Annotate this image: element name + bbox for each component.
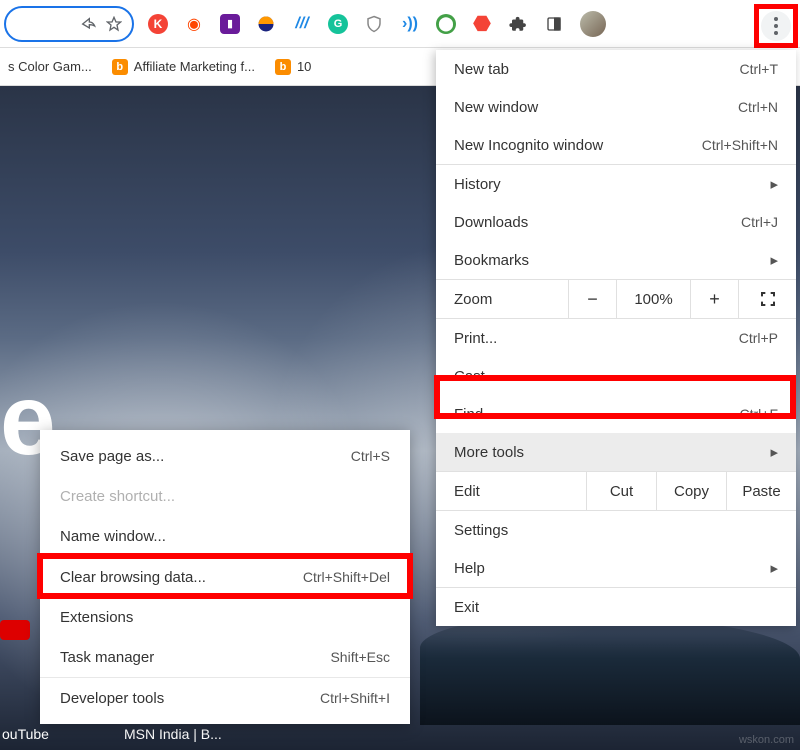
zoom-label: Zoom: [436, 291, 568, 308]
menu-new-tab[interactable]: New tabCtrl+T: [436, 50, 796, 88]
chrome-main-menu: New tabCtrl+T New windowCtrl+N New Incog…: [436, 50, 796, 626]
chevron-right-icon: ▸: [770, 175, 778, 193]
ext-icon-ublock[interactable]: ⬣: [472, 14, 492, 34]
menu-print[interactable]: Print...Ctrl+P: [436, 319, 796, 357]
ext-icon-ninja[interactable]: ⬤: [436, 14, 456, 34]
submenu-create-shortcut: Create shortcut...: [40, 476, 410, 516]
menu-find[interactable]: Find...Ctrl+F: [436, 395, 796, 433]
paste-button[interactable]: Paste: [726, 472, 796, 510]
copy-button[interactable]: Copy: [656, 472, 726, 510]
watermark: wskon.com: [739, 734, 794, 746]
bookmark-label: 10: [297, 59, 311, 74]
bookmark-item[interactable]: b 10: [275, 59, 311, 75]
submenu-save-page[interactable]: Save page as...Ctrl+S: [40, 436, 410, 476]
chevron-right-icon: ▸: [770, 251, 778, 269]
share-icon[interactable]: [80, 16, 96, 32]
menu-cast[interactable]: Cast...: [436, 357, 796, 395]
page-fragment-youtube: ouTube: [2, 726, 49, 742]
chevron-right-icon: ▸: [770, 559, 778, 577]
star-icon[interactable]: [106, 16, 122, 32]
bookmark-favicon: b: [112, 59, 128, 75]
menu-zoom-row: Zoom − 100% +: [436, 279, 796, 319]
chevron-right-icon: ▸: [770, 443, 778, 461]
browser-toolbar: K ◉ ▮ /// G ›)) ⬤ ⬣: [0, 0, 800, 48]
ext-icon-analytics[interactable]: ▮: [220, 14, 240, 34]
menu-new-incognito[interactable]: New Incognito windowCtrl+Shift+N: [436, 126, 796, 164]
extension-icons: K ◉ ▮ /// G ›)) ⬤ ⬣: [148, 11, 606, 37]
menu-history[interactable]: History▸: [436, 165, 796, 203]
zoom-out-button[interactable]: −: [568, 280, 616, 318]
bookmark-item[interactable]: s Color Gam...: [8, 59, 92, 74]
menu-button[interactable]: [761, 11, 791, 41]
menu-exit[interactable]: Exit: [436, 588, 796, 626]
menu-new-window[interactable]: New windowCtrl+N: [436, 88, 796, 126]
menu-more-tools[interactable]: More tools▸: [436, 433, 796, 471]
profile-avatar[interactable]: [580, 11, 606, 37]
fullscreen-button[interactable]: [738, 280, 796, 318]
menu-downloads[interactable]: DownloadsCtrl+J: [436, 203, 796, 241]
ext-icon-mm[interactable]: ///: [292, 14, 312, 34]
more-tools-submenu: Save page as...Ctrl+S Create shortcut...…: [40, 430, 410, 724]
menu-help[interactable]: Help▸: [436, 549, 796, 587]
submenu-extensions[interactable]: Extensions: [40, 597, 410, 637]
ext-icon-pulse[interactable]: ›)): [400, 14, 420, 34]
ext-icon-reddit[interactable]: ◉: [184, 14, 204, 34]
bookmark-label: Affiliate Marketing f...: [134, 59, 255, 74]
page-fragment-youtube-icon: [0, 620, 30, 640]
menu-bookmarks[interactable]: Bookmarks▸: [436, 241, 796, 279]
submenu-developer-tools[interactable]: Developer toolsCtrl+Shift+I: [40, 678, 410, 718]
menu-edit-row: Edit Cut Copy Paste: [436, 471, 796, 511]
ext-icon-reader[interactable]: [544, 14, 564, 34]
bookmark-favicon: b: [275, 59, 291, 75]
submenu-clear-browsing-data[interactable]: Clear browsing data...Ctrl+Shift+Del: [40, 557, 410, 597]
bookmark-label: s Color Gam...: [8, 59, 92, 74]
highlight-menu-button: [754, 4, 798, 48]
ext-icon-shield[interactable]: [364, 14, 384, 34]
zoom-in-button[interactable]: +: [690, 280, 738, 318]
bookmark-item[interactable]: b Affiliate Marketing f...: [112, 59, 255, 75]
zoom-value: 100%: [616, 280, 690, 318]
page-fragment-msn: MSN India | B...: [124, 726, 222, 742]
ext-icon-similarweb[interactable]: [256, 14, 276, 34]
cut-button[interactable]: Cut: [586, 472, 656, 510]
omnibox[interactable]: [4, 6, 134, 42]
page-fragment-rocks: [420, 615, 800, 725]
ext-icon-grammarly[interactable]: G: [328, 14, 348, 34]
submenu-task-manager[interactable]: Task managerShift+Esc: [40, 637, 410, 677]
edit-label: Edit: [436, 483, 586, 500]
ext-icon-puzzle[interactable]: [508, 14, 528, 34]
menu-settings[interactable]: Settings: [436, 511, 796, 549]
submenu-name-window[interactable]: Name window...: [40, 516, 410, 556]
ext-icon-k[interactable]: K: [148, 14, 168, 34]
